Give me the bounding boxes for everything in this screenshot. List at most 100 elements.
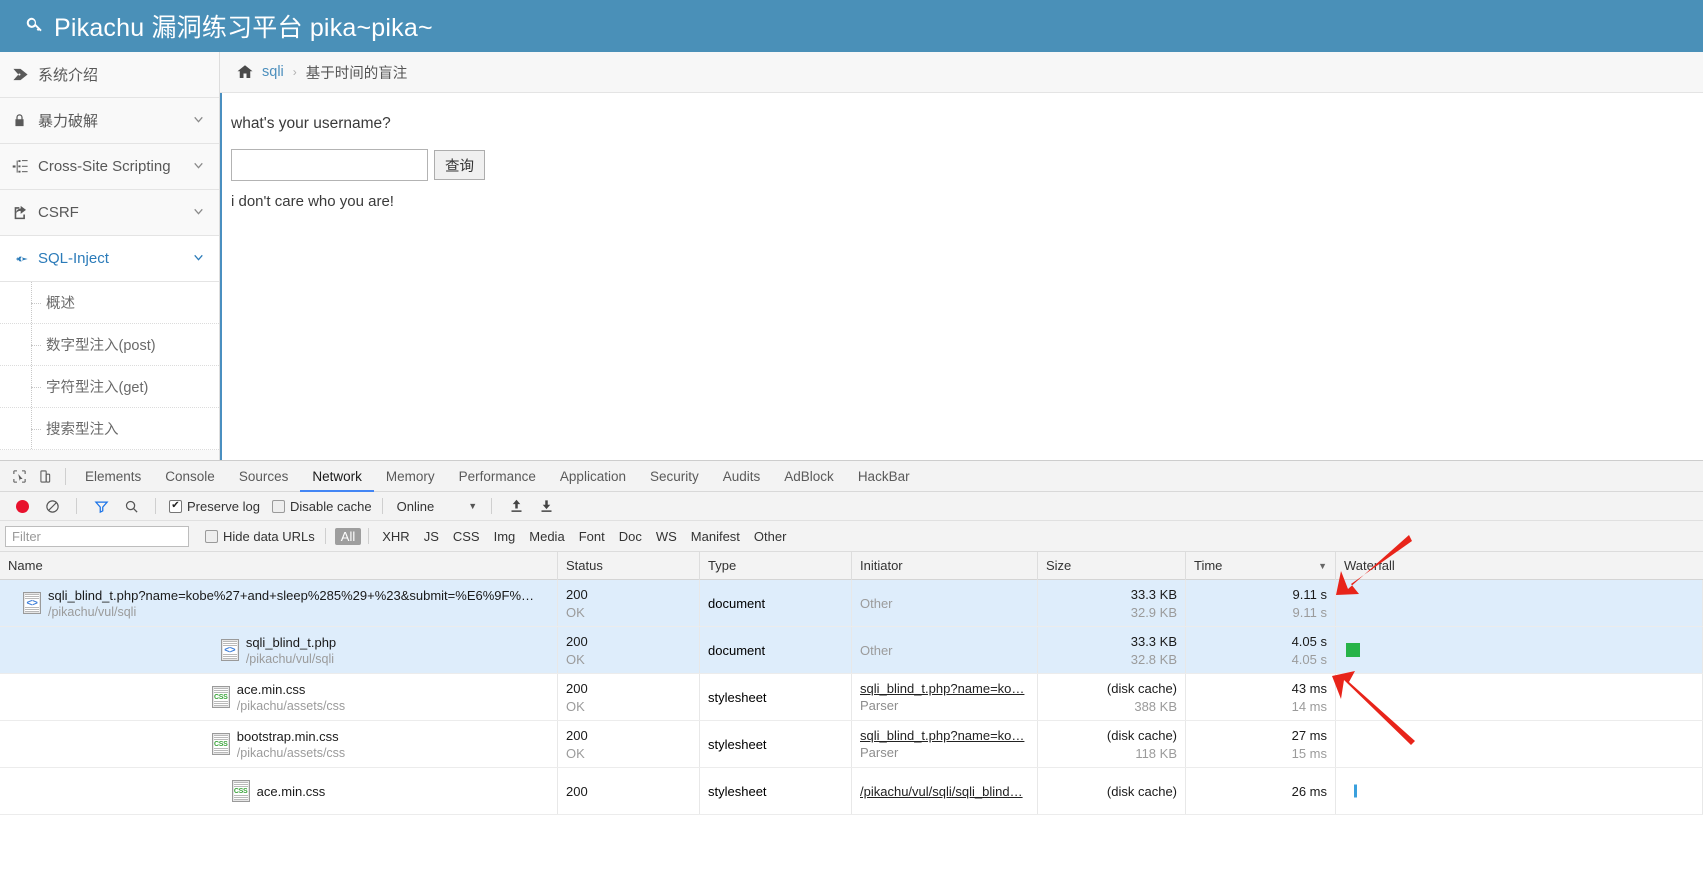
import-har-icon[interactable]: [502, 494, 530, 518]
cell-waterfall: [1336, 674, 1703, 720]
cell-waterfall: [1336, 627, 1703, 673]
checkbox-box: [205, 529, 218, 543]
sidebar-item-sql-inject[interactable]: SQL-Inject: [0, 236, 219, 282]
table-row[interactable]: <> sqli_blind_t.php?name=kobe%27+and+slee…: [0, 580, 1703, 627]
filter-type-css[interactable]: CSS: [447, 528, 486, 545]
column-header-size[interactable]: Size: [1038, 551, 1186, 580]
filter-type-xhr[interactable]: XHR: [376, 528, 415, 545]
column-header-name[interactable]: Name: [0, 551, 558, 580]
inspect-element-icon[interactable]: [6, 463, 32, 489]
css-file-icon: CSS: [211, 686, 230, 708]
filter-icon[interactable]: [87, 494, 115, 518]
cell-type: stylesheet: [700, 768, 852, 814]
table-row[interactable]: CSS bootstrap.min.css/pikachu/assets/css 2…: [0, 721, 1703, 768]
tab-performance[interactable]: Performance: [447, 461, 548, 492]
column-header-initiator[interactable]: Initiator: [852, 551, 1038, 580]
filter-type-media[interactable]: Media: [523, 528, 570, 545]
chevron-down-icon[interactable]: [192, 159, 205, 175]
filter-type-other[interactable]: Other: [748, 528, 793, 545]
tab-network[interactable]: Network: [300, 461, 374, 492]
filter-type-doc[interactable]: Doc: [613, 528, 648, 545]
column-header-type[interactable]: Type: [700, 551, 852, 580]
home-icon[interactable]: [236, 63, 254, 81]
tab-console[interactable]: Console: [153, 461, 227, 492]
breadcrumb-separator: ›: [292, 65, 297, 79]
cell-name: CSS ace.min.css: [0, 768, 558, 814]
username-input[interactable]: [231, 149, 428, 181]
network-filter-input[interactable]: [5, 525, 189, 547]
filter-type-all[interactable]: All: [334, 527, 362, 545]
tab-application[interactable]: Application: [548, 461, 638, 492]
sidebar-item-brute-force[interactable]: 暴力破解: [0, 98, 219, 144]
initiator-value[interactable]: /pikachu/vul/sqli/sqli_blind…: [860, 784, 1029, 799]
chevron-down-icon[interactable]: [192, 113, 205, 129]
filter-type-js[interactable]: JS: [418, 528, 445, 545]
request-path: /pikachu/vul/sqli: [245, 651, 335, 666]
sidebar-subitem-label: 概述: [46, 296, 75, 312]
column-header-time[interactable]: Time ▼: [1186, 551, 1336, 580]
table-body: <> sqli_blind_t.php?name=kobe%27+and+slee…: [0, 580, 1703, 815]
size-value: (disk cache): [1106, 680, 1177, 696]
document-file-icon: <>: [22, 592, 41, 614]
table-row[interactable]: CSS ace.min.css/pikachu/assets/css 200 OK st…: [0, 674, 1703, 721]
breadcrumb-link-sqli[interactable]: sqli: [262, 64, 284, 80]
hide-data-urls-checkbox[interactable]: Hide data URLs: [205, 529, 315, 544]
sidebar-item-system-intro[interactable]: 系统介绍: [0, 52, 219, 98]
preserve-log-checkbox[interactable]: Preserve log: [169, 499, 260, 514]
sidebar-subitem-label: 字符型注入(get): [46, 380, 149, 396]
filter-type-ws[interactable]: WS: [650, 528, 683, 545]
status-code: 200: [566, 680, 588, 696]
sidebar: 系统介绍 暴力破解 Cross-Site Scripting CSRF SQL-…: [0, 52, 220, 460]
table-row[interactable]: CSS ace.min.css 200 stylesheet/pikachu/vul/…: [0, 768, 1703, 815]
cell-time: 27 ms 15 ms: [1186, 721, 1336, 767]
chevron-down-icon[interactable]: [192, 251, 205, 267]
sidebar-subitem-string-get[interactable]: 字符型注入(get): [0, 366, 219, 408]
sidebar-subitem-overview[interactable]: 概述: [0, 282, 219, 324]
hide-data-urls-label: Hide data URLs: [223, 528, 315, 544]
search-icon[interactable]: [117, 494, 145, 518]
submit-query-button[interactable]: 查询: [434, 150, 485, 180]
tab-audits[interactable]: Audits: [711, 461, 773, 492]
filter-type-img[interactable]: Img: [488, 528, 522, 545]
tab-hackbar[interactable]: HackBar: [846, 461, 922, 492]
toolbar-divider: [381, 498, 383, 514]
chevron-down-icon[interactable]: [192, 205, 205, 221]
disable-cache-checkbox[interactable]: Disable cache: [271, 499, 372, 514]
network-request-table: Name Status Type Initiator Size Time ▼ W…: [0, 551, 1703, 815]
toolbar-divider: [368, 528, 370, 544]
filter-type-font[interactable]: Font: [573, 528, 611, 545]
record-button[interactable]: [8, 494, 36, 518]
time-value: 26 ms: [1291, 783, 1327, 799]
tab-security[interactable]: Security: [638, 461, 711, 492]
export-har-icon[interactable]: [532, 494, 560, 518]
column-header-waterfall[interactable]: Waterfall: [1336, 552, 1703, 580]
tab-sources[interactable]: Sources: [227, 461, 301, 492]
status-text: OK: [566, 698, 585, 714]
sidebar-item-csrf[interactable]: CSRF: [0, 190, 219, 236]
username-question: what's your username?: [231, 115, 391, 132]
response-message: i don't care who you are!: [231, 193, 394, 210]
initiator-value: Other: [860, 595, 893, 611]
sidebar-item-label: Cross-Site Scripting: [38, 158, 171, 175]
tab-elements[interactable]: Elements: [73, 461, 153, 492]
filter-type-manifest[interactable]: Manifest: [685, 528, 746, 545]
throttling-dropdown[interactable]: Online ▼: [393, 499, 482, 514]
initiator-value[interactable]: sqli_blind_t.php?name=ko…: [860, 681, 1029, 696]
request-name: ace.min.css: [236, 681, 306, 697]
sidebar-subitem-numeric-post[interactable]: 数字型注入(post): [0, 324, 219, 366]
cell-type: document: [700, 627, 852, 673]
status-code: 200: [566, 727, 588, 743]
sidebar-subitem-label: 数字型注入(post): [46, 338, 156, 354]
sidebar-item-xss[interactable]: Cross-Site Scripting: [0, 144, 219, 190]
clear-button[interactable]: [38, 494, 66, 518]
sidebar-item-label: 暴力破解: [38, 113, 99, 130]
device-toolbar-icon[interactable]: [32, 463, 58, 489]
column-header-status[interactable]: Status: [558, 551, 700, 580]
tab-memory[interactable]: Memory: [374, 461, 447, 492]
sidebar-subitem-search-inject[interactable]: 搜索型注入: [0, 408, 219, 450]
tab-adblock[interactable]: AdBlock: [772, 461, 846, 492]
table-row[interactable]: <> sqli_blind_t.php/pikachu/vul/sqli 200 OK…: [0, 627, 1703, 674]
initiator-value[interactable]: sqli_blind_t.php?name=ko…: [860, 728, 1029, 743]
time-value: 4.05 s: [1291, 633, 1327, 649]
cell-time: 9.11 s 9.11 s: [1186, 580, 1336, 626]
